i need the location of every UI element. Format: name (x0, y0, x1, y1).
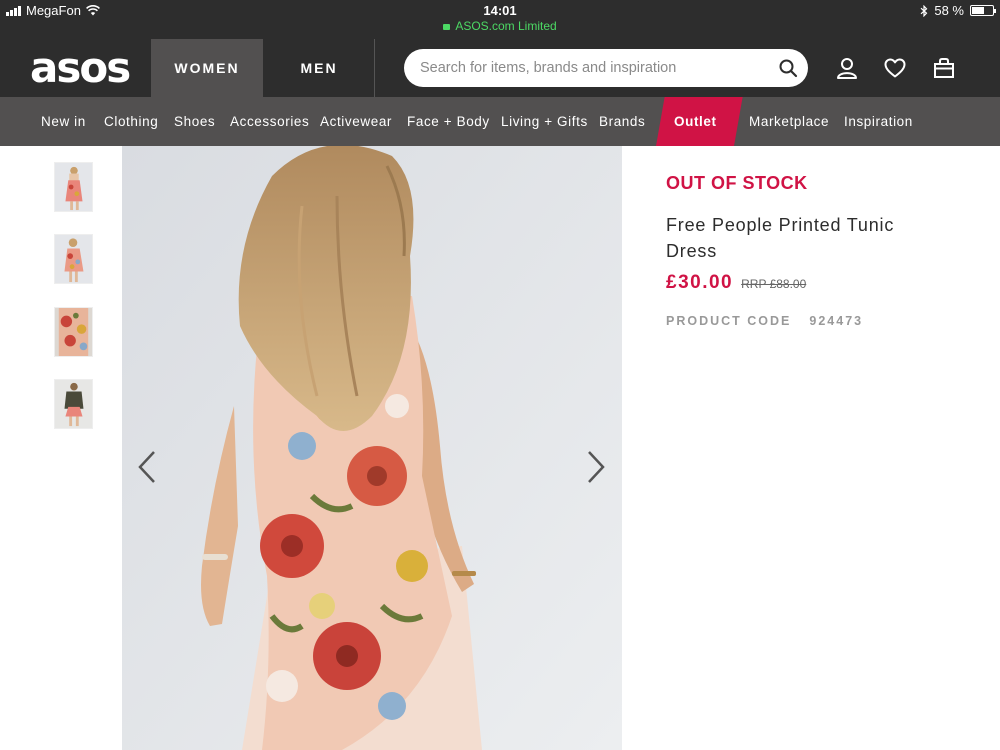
nav-item-inspiration[interactable]: Inspiration (844, 97, 913, 146)
nav-item-new-in[interactable]: New in (41, 97, 86, 146)
search-icon[interactable] (778, 58, 798, 78)
status-bar: MegaFon 14:01 ASOS.com Limited 58 % (0, 0, 1000, 39)
search-input[interactable] (420, 49, 770, 87)
account-icon[interactable] (835, 56, 859, 80)
tab-women[interactable]: WOMEN (151, 39, 263, 97)
search-box (404, 49, 808, 87)
category-nav: New in Clothing Shoes Accessories Active… (0, 97, 1000, 146)
current-price: £30.00 (666, 272, 734, 293)
status-right: 58 % (920, 3, 996, 18)
nav-item-outlet[interactable]: Outlet (674, 97, 717, 146)
heart-icon[interactable] (883, 56, 907, 80)
asos-logo[interactable]: asos (30, 47, 131, 89)
stock-status: OUT OF STOCK (666, 173, 808, 193)
product-thumbnail[interactable] (54, 307, 93, 357)
nav-item-clothing[interactable]: Clothing (104, 97, 158, 146)
header-divider (374, 39, 375, 97)
chevron-left-icon[interactable] (136, 450, 158, 484)
tab-men[interactable]: MEN (263, 39, 375, 97)
product-thumbnail[interactable] (54, 234, 93, 284)
secure-site-label: ASOS.com Limited (0, 19, 1000, 33)
nav-item-face-body[interactable]: Face + Body (407, 97, 490, 146)
nav-item-accessories[interactable]: Accessories (230, 97, 309, 146)
lock-icon (443, 24, 451, 30)
clock: 14:01 (483, 3, 517, 18)
nav-item-brands[interactable]: Brands (599, 97, 645, 146)
battery-percent: 58 % (934, 3, 964, 18)
bluetooth-icon (920, 4, 928, 17)
bag-icon[interactable] (932, 56, 956, 80)
product-code-label: PRODUCT CODE (666, 314, 792, 328)
product-title: Free People Printed Tunic Dress (666, 215, 895, 261)
site-header: asos WOMEN MEN (0, 39, 1000, 97)
product-thumbnail[interactable] (54, 162, 93, 212)
site-name: ASOS.com Limited (455, 19, 557, 33)
product-thumbnail[interactable] (54, 379, 93, 429)
nav-item-living-gifts[interactable]: Living + Gifts (501, 97, 588, 146)
nav-item-marketplace[interactable]: Marketplace (749, 97, 829, 146)
nav-item-activewear[interactable]: Activewear (320, 97, 392, 146)
price-row: £30.00 RRP £88.00 (666, 272, 806, 294)
nav-item-shoes[interactable]: Shoes (174, 97, 215, 146)
product-code-value: 924473 (809, 314, 864, 328)
rrp-price: RRP £88.00 (741, 277, 807, 291)
battery-icon (970, 5, 996, 16)
chevron-right-icon[interactable] (585, 450, 607, 484)
battery-fill (972, 7, 984, 14)
product-image[interactable] (122, 146, 622, 750)
product-code-row: PRODUCT CODE 924473 (666, 314, 863, 328)
